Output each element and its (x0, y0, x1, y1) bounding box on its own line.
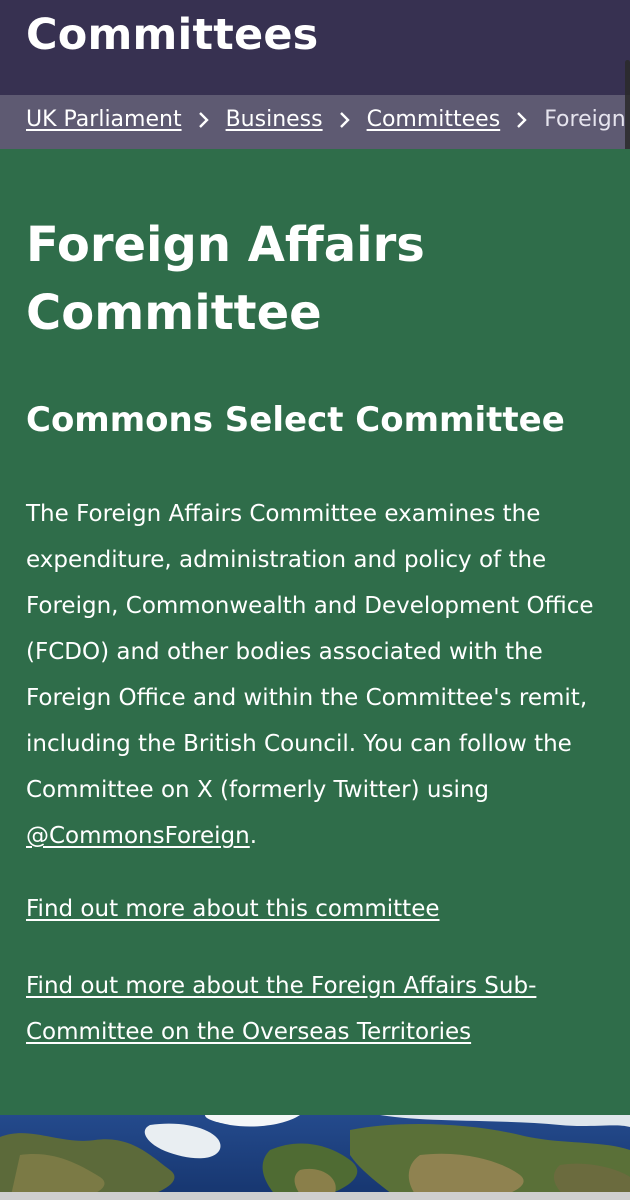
about-committee-link[interactable]: Find out more about this committee (26, 886, 616, 932)
committee-hero: Foreign Affairs Committee Commons Select… (0, 149, 630, 1115)
chevron-right-icon (500, 107, 544, 132)
breadcrumb-committees[interactable]: Committees (367, 107, 501, 132)
breadcrumb-uk-parliament[interactable]: UK Parliament (26, 107, 182, 132)
description-text: The Foreign Affairs Committee examines t… (26, 501, 594, 803)
breadcrumb: UK Parliament Business Committees Foreig… (0, 95, 630, 149)
committee-type: Commons Select Committee (26, 400, 565, 440)
breadcrumb-list: UK Parliament Business Committees Foreig… (26, 107, 626, 132)
page-title: Foreign Affairs Committee (26, 217, 425, 341)
chevron-right-icon (182, 107, 226, 132)
breadcrumb-current: Foreign (544, 107, 626, 132)
site-header: Committees (0, 0, 630, 95)
page-bottom-edge (0, 1192, 630, 1200)
description-end: . (249, 823, 258, 849)
committee-description: The Foreign Affairs Committee examines t… (26, 491, 616, 859)
twitter-handle-link[interactable]: @CommonsForeign (26, 823, 250, 849)
world-map-image (0, 1115, 630, 1200)
subcommittee-link[interactable]: Find out more about the Foreign Affairs … (26, 963, 586, 1055)
section-title[interactable]: Committees (26, 10, 318, 60)
breadcrumb-business[interactable]: Business (226, 107, 323, 132)
chevron-right-icon (323, 107, 367, 132)
world-map-banner (0, 1115, 630, 1200)
